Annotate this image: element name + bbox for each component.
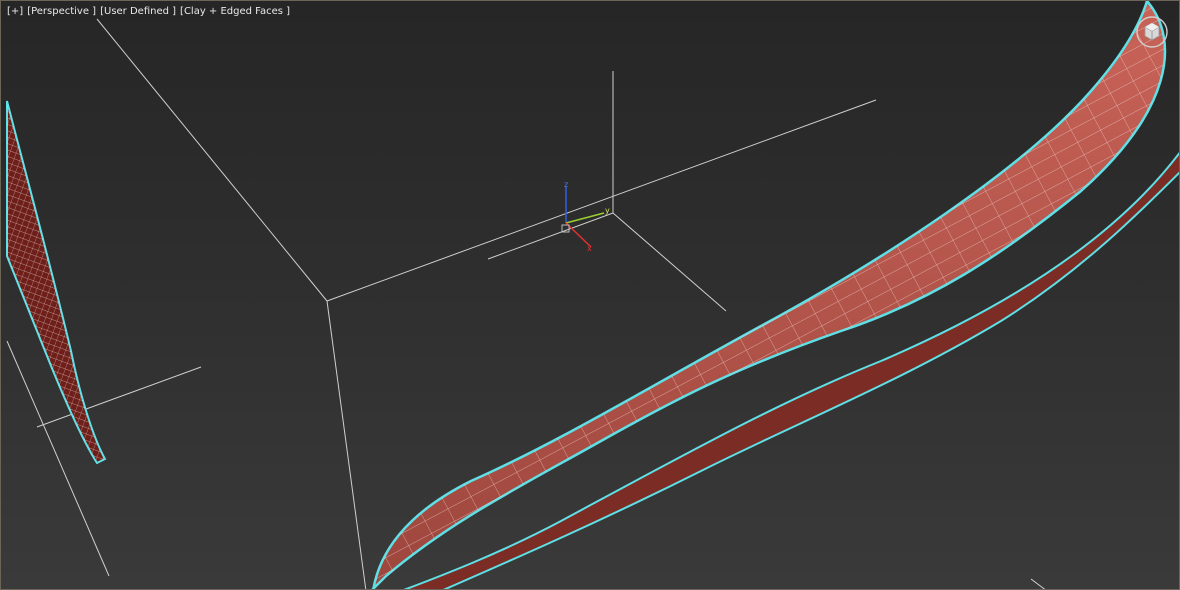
- axis-y-label: y: [605, 206, 610, 215]
- mesh-object-selected[interactable]: [371, 1, 1180, 590]
- mesh-object-left[interactable]: [6, 100, 107, 465]
- viewport-menu-plus[interactable]: [+]: [7, 6, 23, 17]
- viewport-camera-label[interactable]: [User Defined ]: [100, 6, 176, 17]
- scene-canvas[interactable]: z y x: [1, 1, 1180, 590]
- viewport-perspective[interactable]: [+] [Perspective ] [User Defined ] [Clay…: [0, 0, 1180, 590]
- axis-x-label: x: [587, 244, 592, 253]
- viewport-label-bar: [+] [Perspective ] [User Defined ] [Clay…: [7, 6, 290, 17]
- viewport-shading-label[interactable]: [Clay + Edged Faces ]: [180, 6, 290, 17]
- axis-z-label: z: [564, 180, 568, 189]
- viewcube-icon[interactable]: [1135, 15, 1169, 49]
- viewport-view-label[interactable]: [Perspective ]: [27, 6, 96, 17]
